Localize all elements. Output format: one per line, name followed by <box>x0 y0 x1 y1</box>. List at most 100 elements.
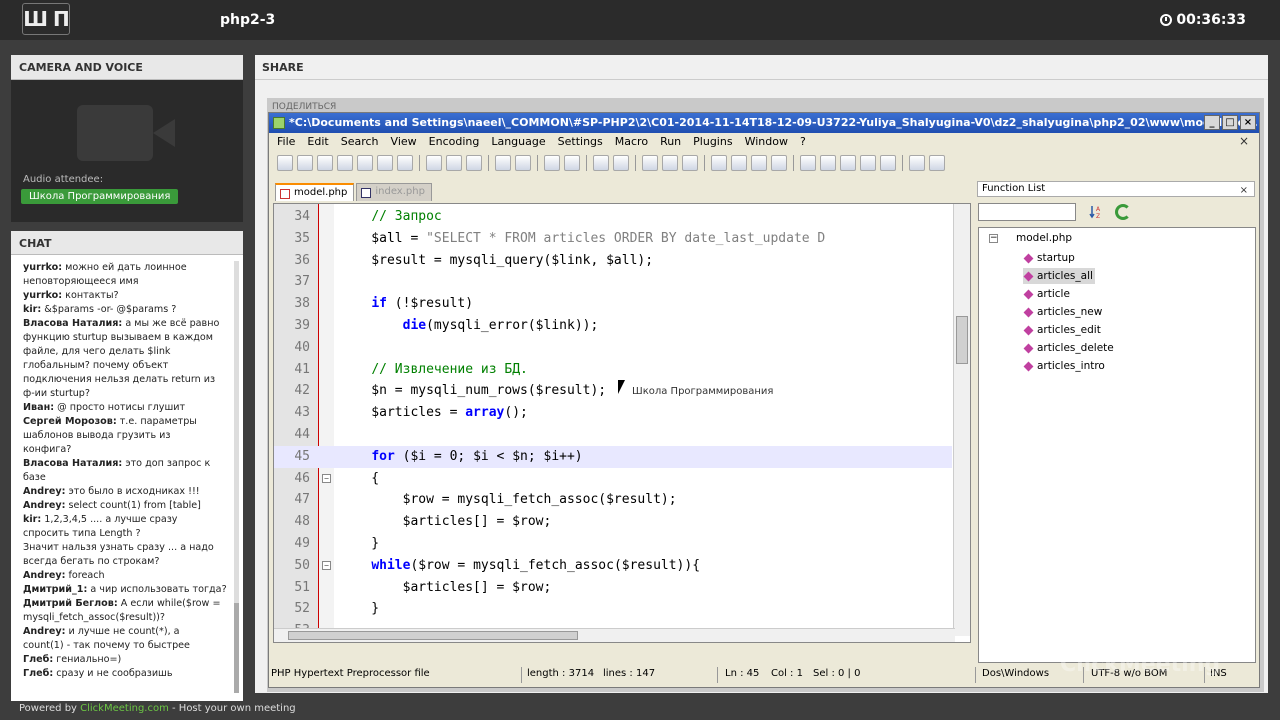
code-line[interactable]: 46 − { <box>274 468 952 490</box>
function-item[interactable]: articles_all <box>1023 268 1095 284</box>
menu-item[interactable]: Run <box>660 135 681 151</box>
new-file-icon[interactable] <box>277 155 293 171</box>
fold-toggle-icon[interactable]: − <box>322 473 331 483</box>
tab-index-php[interactable]: index.php <box>356 183 432 201</box>
code-line[interactable]: 34 // Запрос <box>274 206 952 228</box>
status-column: Col : 1 <box>771 668 803 679</box>
chat-message: Andrey: foreach <box>23 569 235 583</box>
close-document-icon[interactable]: × <box>1239 134 1249 148</box>
code-line[interactable]: 48 $articles[] = $row; <box>274 511 952 533</box>
scroll-thumb[interactable] <box>956 316 968 364</box>
close-icon[interactable]: × <box>1240 185 1248 196</box>
function-item[interactable]: articles_intro <box>1023 358 1107 374</box>
wrap-icon[interactable] <box>682 155 698 171</box>
replace-icon[interactable] <box>564 155 580 171</box>
close-all-icon[interactable] <box>377 155 393 171</box>
menu-item[interactable]: ? <box>800 135 806 151</box>
redo-icon[interactable] <box>515 155 531 171</box>
code-line[interactable]: 39 die(mysqli_error($link)); <box>274 315 952 337</box>
record-macro-icon[interactable] <box>820 155 836 171</box>
undo-icon[interactable] <box>495 155 511 171</box>
menu-item[interactable]: Window <box>745 135 788 151</box>
code-line[interactable]: 37 <box>274 271 952 293</box>
code-line[interactable]: 43 $articles = array(); <box>274 402 952 424</box>
collapse-icon[interactable]: − <box>989 233 998 243</box>
code-line[interactable]: 50 − while($row = mysqli_fetch_assoc($res… <box>274 555 952 577</box>
code-line[interactable]: 42 $n = mysqli_num_rows($result); <box>274 380 952 402</box>
all-chars-icon[interactable] <box>711 155 727 171</box>
menu-item[interactable]: Search <box>341 135 379 151</box>
menu-item[interactable]: Encoding <box>429 135 480 151</box>
save-icon[interactable] <box>317 155 333 171</box>
chat-author: Дмитрий_1: <box>23 584 88 595</box>
open-file-icon[interactable] <box>297 155 313 171</box>
sync-h-icon[interactable] <box>662 155 678 171</box>
menu-item[interactable]: View <box>391 135 417 151</box>
code-line[interactable]: 44 <box>274 424 952 446</box>
menu-item[interactable]: Edit <box>307 135 328 151</box>
play-macro-icon[interactable] <box>860 155 876 171</box>
clock-icon <box>1160 14 1173 26</box>
print-icon[interactable] <box>397 155 413 171</box>
cut-icon[interactable] <box>426 155 442 171</box>
code-line[interactable]: 45 for ($i = 0; $i < $n; $i++) <box>274 445 952 468</box>
close-icon[interactable] <box>357 155 373 171</box>
audio-attendee-badge[interactable]: Школа Программирования <box>21 189 179 204</box>
code-editor[interactable]: 34 // Запрос 35 $all = "SELECT * FROM art… <box>273 203 971 643</box>
menu-item[interactable]: File <box>277 135 295 151</box>
sync-v-icon[interactable] <box>642 155 658 171</box>
udl-icon[interactable] <box>751 155 767 171</box>
code-line[interactable]: 47 $row = mysqli_fetch_assoc($result); <box>274 489 952 511</box>
function-icon <box>1023 325 1034 335</box>
run-macro-icon[interactable] <box>880 155 896 171</box>
function-item[interactable]: articles_new <box>1023 304 1104 320</box>
zoom-out-icon[interactable] <box>613 155 629 171</box>
copy-icon[interactable] <box>446 155 462 171</box>
code-line[interactable]: 36 $result = mysqli_query($link, $all); <box>274 250 952 272</box>
function-item[interactable]: startup <box>1023 250 1077 266</box>
tree-root[interactable]: − model.php <box>989 232 1072 244</box>
function-item[interactable]: articles_delete <box>1023 340 1116 356</box>
window-titlebar[interactable]: *C:\Documents and Settings\naeel\_COMMON… <box>269 113 1259 133</box>
close-button[interactable]: × <box>1240 115 1256 130</box>
indent-guide-icon[interactable] <box>731 155 747 171</box>
editor-horizontal-scrollbar[interactable] <box>274 628 955 642</box>
find-icon[interactable] <box>544 155 560 171</box>
function-item[interactable]: articles_edit <box>1023 322 1103 338</box>
tab-model-php[interactable]: model.php <box>275 183 355 201</box>
code-text: $row = mysqli_fetch_assoc($result); <box>340 492 677 508</box>
doc-map-icon[interactable] <box>771 155 787 171</box>
code-line[interactable]: 51 $articles[] = $row; <box>274 577 952 599</box>
scroll-thumb[interactable] <box>288 631 578 640</box>
save-macro-icon[interactable] <box>909 155 925 171</box>
menu-item[interactable]: Language <box>491 135 545 151</box>
menu-item[interactable]: Macro <box>615 135 648 151</box>
code-line[interactable]: 49 } <box>274 533 952 555</box>
fold-toggle-icon[interactable]: − <box>322 560 331 570</box>
footer-brand-link[interactable]: ClickMeeting.com <box>80 703 169 714</box>
chat-author: Andrey: <box>23 570 66 581</box>
editor-vertical-scrollbar[interactable] <box>953 204 970 636</box>
refresh-icon[interactable] <box>1115 204 1131 220</box>
func-list-icon[interactable] <box>800 155 816 171</box>
function-item[interactable]: article <box>1023 286 1072 302</box>
code-line[interactable]: 35 $all = "SELECT * FROM articles ORDER … <box>274 228 952 250</box>
save-all-icon[interactable] <box>337 155 353 171</box>
chat-scrollbar[interactable] <box>234 261 239 693</box>
paste-icon[interactable] <box>466 155 482 171</box>
spellcheck-icon[interactable] <box>929 155 945 171</box>
code-line[interactable]: 38 if (!$result) <box>274 293 952 315</box>
function-search-input[interactable] <box>978 203 1076 221</box>
sort-icon[interactable]: A Z <box>1089 205 1103 219</box>
chat-author: kir: <box>23 514 42 525</box>
zoom-in-icon[interactable] <box>593 155 609 171</box>
code-line[interactable]: 40 <box>274 337 952 359</box>
menu-item[interactable]: Settings <box>558 135 603 151</box>
code-text: $n = mysqli_num_rows($result); <box>340 383 607 399</box>
menu-item[interactable]: Plugins <box>693 135 732 151</box>
maximize-button[interactable]: □ <box>1222 115 1238 130</box>
code-line[interactable]: 52 } <box>274 598 952 620</box>
code-line[interactable]: 41 // Извлечение из БД. <box>274 359 952 381</box>
stop-macro-icon[interactable] <box>840 155 856 171</box>
minimize-button[interactable]: _ <box>1204 115 1220 130</box>
